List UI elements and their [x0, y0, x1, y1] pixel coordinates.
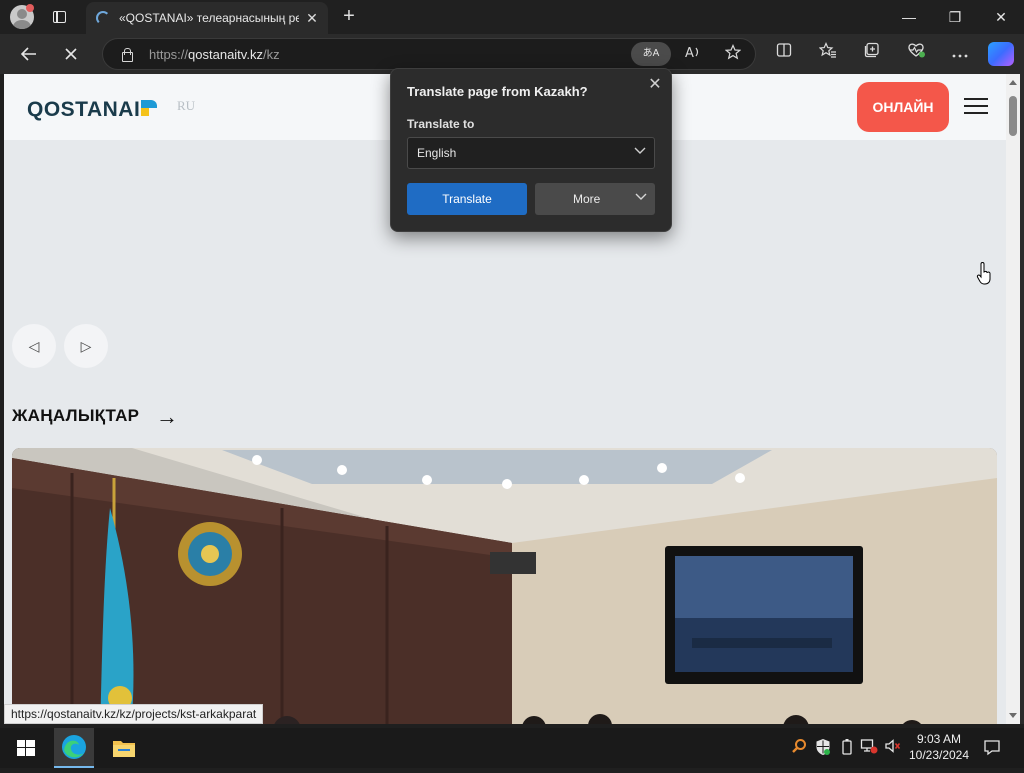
slider-prev-button[interactable]: ◁ [12, 324, 56, 368]
online-button[interactable]: ОНЛАЙН [857, 82, 949, 132]
network-icon[interactable] [860, 738, 878, 758]
tab-actions-icon[interactable] [48, 7, 70, 27]
edge-browser-icon[interactable] [54, 728, 94, 768]
notifications-icon[interactable] [982, 738, 1002, 758]
more-button[interactable]: More [535, 183, 655, 215]
file-explorer-icon[interactable] [104, 728, 144, 768]
volume-muted-icon[interactable] [884, 738, 902, 758]
chevron-down-icon [635, 192, 647, 204]
search-magnifier-icon[interactable] [790, 738, 808, 758]
minimize-button[interactable]: — [886, 0, 932, 34]
language-select[interactable]: English [407, 137, 655, 169]
clock-time: 9:03 AM [916, 732, 962, 746]
new-tab-button[interactable]: + [338, 6, 360, 28]
more-menu-icon[interactable] [948, 42, 972, 66]
url-text[interactable]: https://qostanaitv.kz/kz [149, 47, 280, 62]
hand-cursor-icon [976, 262, 992, 286]
browser-essentials-icon[interactable] [904, 42, 928, 66]
tab-title: «QOSTANAI» телеарнасының ре [119, 11, 299, 25]
logo-mark-icon [141, 100, 157, 116]
close-icon[interactable]: ✕ [645, 75, 665, 95]
copilot-icon[interactable] [988, 42, 1014, 66]
battery-icon[interactable] [838, 738, 856, 758]
window-edge [1020, 74, 1024, 724]
scroll-down-icon[interactable] [1009, 713, 1017, 718]
security-shield-icon[interactable] [814, 738, 832, 758]
scroll-up-icon[interactable] [1009, 80, 1017, 85]
loading-spinner-icon [96, 11, 110, 25]
stop-loading-button[interactable] [56, 40, 86, 68]
windows-start-icon[interactable] [6, 728, 46, 768]
page-scrollbar[interactable] [1006, 74, 1020, 724]
scrollbar-thumb[interactable] [1009, 96, 1017, 136]
more-button-label: More [573, 192, 601, 206]
translate-button[interactable]: Translate [407, 183, 527, 215]
favorites-icon[interactable] [816, 42, 840, 66]
site-logo[interactable]: QOSTANAI [27, 98, 140, 122]
translate-popup: Translate page from Kazakh? ✕ Translate … [390, 68, 672, 232]
restore-button[interactable]: ❐ [932, 0, 978, 34]
chevron-down-icon [634, 146, 646, 158]
favorite-star-icon[interactable] [721, 43, 745, 67]
split-screen-icon[interactable] [772, 42, 796, 66]
taskbar-clock[interactable]: 9:03 AM 10/23/2024 [904, 731, 974, 763]
language-switch-ru[interactable]: RU [177, 98, 195, 114]
selected-language: English [417, 146, 457, 160]
back-button[interactable] [14, 40, 44, 68]
close-window-button[interactable]: ✕ [978, 0, 1024, 34]
slider-next-button[interactable]: ▷ [64, 324, 108, 368]
svg-text:A: A [685, 46, 694, 60]
address-bar[interactable]: https://qostanaitv.kz/kz あA A [102, 38, 756, 70]
arrow-right-icon[interactable]: → [156, 404, 178, 430]
translate-to-label: Translate to [407, 117, 475, 131]
tab-active[interactable]: «QOSTANAI» телеарнасының ре ✕ [86, 2, 328, 34]
collections-icon[interactable] [860, 42, 884, 66]
translate-icon[interactable]: あA [631, 42, 671, 66]
windows-taskbar: 9:03 AM 10/23/2024 [0, 728, 1024, 768]
news-photo[interactable] [12, 448, 997, 724]
profile-notification-dot [26, 4, 34, 12]
hamburger-menu-icon[interactable] [964, 96, 990, 116]
read-aloud-icon[interactable]: A [681, 43, 705, 67]
news-section-title[interactable]: ЖАҢАЛЫҚТАР [12, 406, 139, 426]
tab-close-icon[interactable]: ✕ [302, 8, 322, 28]
lock-icon[interactable] [121, 48, 133, 62]
status-bar-url: https://qostanaitv.kz/kz/projects/kst-ar… [4, 704, 264, 724]
popup-title: Translate page from Kazakh? [407, 84, 588, 99]
clock-date: 10/23/2024 [908, 748, 970, 762]
browser-title-bar: «QOSTANAI» телеарнасының ре ✕ + — ❐ ✕ [0, 0, 1024, 34]
